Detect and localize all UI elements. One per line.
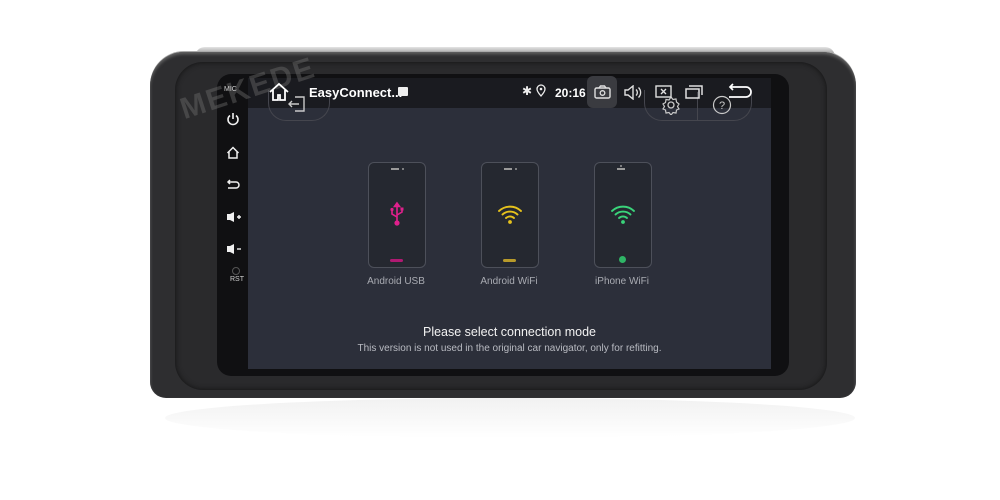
mode-android-usb[interactable]	[368, 162, 426, 268]
location-icon	[536, 84, 546, 97]
back-icon[interactable]	[226, 179, 240, 191]
prompt-title: Please select connection mode	[422, 325, 597, 339]
close-window-icon[interactable]	[655, 85, 672, 99]
app-title: EasyConnect...	[309, 85, 403, 100]
reset-label: RST	[230, 276, 244, 283]
volume-icon[interactable]	[624, 85, 642, 100]
volume-up-icon[interactable]	[226, 211, 242, 223]
home-icon[interactable]	[226, 146, 240, 159]
usb-icon	[390, 201, 404, 226]
recent-apps-icon[interactable]	[685, 85, 703, 99]
mode-label: Android USB	[367, 276, 425, 287]
image-icon	[398, 87, 408, 96]
phone-camera	[620, 165, 622, 167]
disclaimer-note: This version is not used in the original…	[357, 343, 662, 354]
mode-label: iPhone WiFi	[595, 276, 649, 287]
wifi-icon	[498, 205, 522, 224]
mode-label: Android WiFi	[480, 276, 538, 287]
phone-camera	[515, 168, 517, 170]
mic-label: MIC	[224, 86, 237, 93]
home-bar	[503, 259, 516, 262]
screenshot-icon	[594, 85, 611, 99]
phone-speaker	[504, 168, 512, 170]
volume-down-icon[interactable]	[226, 243, 242, 255]
home-button	[619, 256, 626, 263]
phone-speaker	[617, 168, 625, 170]
clock: 20:16	[555, 86, 586, 100]
back-icon[interactable]	[726, 83, 752, 99]
exit-icon	[288, 96, 305, 112]
home-bar	[390, 259, 403, 262]
wifi-icon	[611, 205, 635, 224]
svg-text:?: ?	[719, 100, 725, 112]
power-icon[interactable]	[226, 112, 240, 126]
phone-camera	[402, 168, 404, 170]
bluetooth-icon: ✱	[522, 84, 533, 98]
home-icon[interactable]	[268, 82, 290, 102]
mode-android-wifi[interactable]	[481, 162, 539, 268]
mode-iphone-wifi[interactable]	[594, 162, 652, 268]
device-reflection	[165, 398, 855, 438]
reset-button[interactable]	[232, 267, 240, 275]
phone-speaker	[391, 168, 399, 170]
